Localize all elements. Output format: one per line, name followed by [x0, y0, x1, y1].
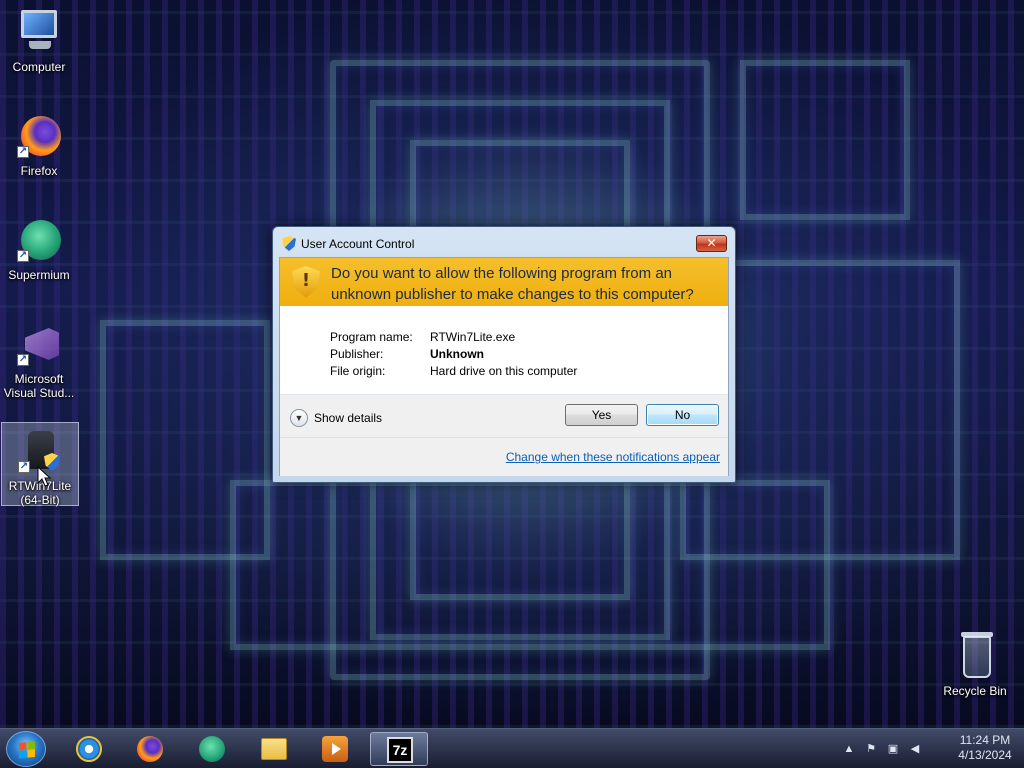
supermium-icon: ↗	[15, 216, 63, 264]
dialog-title: User Account Control	[301, 237, 415, 251]
recycle-bin-icon	[951, 632, 999, 680]
network-icon[interactable]: ▣	[886, 742, 900, 756]
desktop-icon-label: Supermium	[8, 268, 70, 282]
wallpaper-maze-line	[740, 60, 910, 220]
clock-time: 11:24 PM	[959, 733, 1011, 747]
file-explorer-icon	[261, 738, 287, 760]
desktop-icon-recycle-bin[interactable]: Recycle Bin	[936, 632, 1014, 698]
detail-row-publisher: Publisher: Unknown	[330, 346, 577, 363]
detail-label: Program name:	[330, 330, 413, 344]
dialog-titlebar[interactable]: User Account Control ✕	[273, 227, 735, 257]
desktop-icon-computer[interactable]: Computer	[0, 8, 78, 74]
chevron-down-icon: ▼	[290, 409, 308, 427]
exclamation-icon: !	[301, 270, 311, 291]
shortcut-arrow-icon: ↗	[18, 461, 30, 473]
yes-button[interactable]: Yes	[565, 404, 638, 426]
clock[interactable]: 11:24 PM 4/13/2024	[950, 733, 1020, 763]
show-details-label: Show details	[314, 411, 383, 425]
detail-value: Hard drive on this computer	[430, 364, 578, 378]
close-button[interactable]: ✕	[696, 235, 727, 252]
shortcut-arrow-icon: ↗	[17, 250, 29, 262]
firefox-icon: ↗	[15, 112, 63, 160]
taskbar-7zip[interactable]: 7z	[370, 732, 428, 766]
wallpaper-maze-line	[100, 320, 270, 560]
visual-studio-icon: ↗	[15, 320, 63, 368]
shortcut-arrow-icon: ↗	[17, 354, 29, 366]
detail-value: RTWin7Lite.exe	[430, 330, 516, 344]
change-notifications-link[interactable]: Change when these notifications appear	[506, 450, 720, 464]
uac-dialog: User Account Control ✕ ! Do you want to …	[272, 226, 736, 483]
desktop-icon-rtwin7lite[interactable]: ↗ RTWin7Lite (64-Bit)	[1, 422, 79, 507]
show-details-toggle[interactable]: ▼ Show details	[290, 409, 382, 427]
desktop-icon-visual-studio[interactable]: ↗ Microsoft Visual Stud...	[0, 320, 78, 400]
start-button[interactable]	[6, 731, 46, 767]
desktop-icon-firefox[interactable]: ↗ Firefox	[0, 112, 78, 178]
detail-value: Unknown	[430, 347, 484, 361]
system-tray: ▲ ⚑ ▣ ◀ 11:24 PM 4/13/2024	[834, 729, 1024, 768]
taskbar-media-player[interactable]	[306, 732, 364, 766]
supermium-icon	[199, 736, 225, 762]
7zip-icon: 7z	[387, 737, 413, 763]
desktop-icon-supermium[interactable]: ↗ Supermium	[0, 216, 78, 282]
firefox-icon	[137, 736, 163, 762]
desktop-icon-label: Computer	[12, 60, 66, 74]
button-bar: ▼ Show details Yes No	[280, 395, 728, 437]
dialog-content: ! Do you want to allow the following pro…	[279, 257, 729, 476]
uac-shield-icon	[282, 236, 296, 251]
taskbar-file-explorer[interactable]	[245, 732, 303, 766]
clock-date: 4/13/2024	[958, 748, 1012, 762]
no-button[interactable]: No	[646, 404, 719, 426]
internet-explorer-icon	[76, 736, 102, 762]
show-hidden-icons-icon[interactable]: ▲	[842, 742, 856, 756]
mouse-cursor-icon	[37, 466, 51, 487]
desktop-icon-label: Microsoft Visual Stud...	[3, 372, 75, 400]
media-player-icon	[322, 736, 348, 762]
warning-banner: ! Do you want to allow the following pro…	[280, 258, 728, 306]
dialog-footer: Change when these notifications appear	[280, 438, 728, 476]
program-details: Program name: RTWin7Lite.exe Publisher: …	[330, 329, 577, 380]
taskbar-firefox[interactable]	[121, 732, 179, 766]
detail-row-program-name: Program name: RTWin7Lite.exe	[330, 329, 577, 346]
windows-logo-icon	[19, 741, 35, 759]
detail-row-file-origin: File origin: Hard drive on this computer	[330, 363, 577, 380]
volume-muted-icon[interactable]: ◀	[908, 742, 922, 756]
detail-label: File origin:	[330, 364, 386, 378]
taskbar-supermium[interactable]	[183, 732, 241, 766]
taskbar: 7z ▲ ⚑ ▣ ◀ 11:24 PM 4/13/2024	[0, 728, 1024, 768]
uac-question: Do you want to allow the following progr…	[331, 265, 694, 303]
detail-label: Publisher:	[330, 347, 384, 361]
desktop-icon-label: Firefox	[20, 164, 58, 178]
action-center-flag-icon[interactable]: ⚑	[864, 742, 878, 756]
taskbar-internet-explorer[interactable]	[60, 732, 118, 766]
desktop-icon-label: Recycle Bin	[943, 684, 1007, 698]
computer-icon	[15, 8, 63, 56]
shortcut-arrow-icon: ↗	[17, 146, 29, 158]
